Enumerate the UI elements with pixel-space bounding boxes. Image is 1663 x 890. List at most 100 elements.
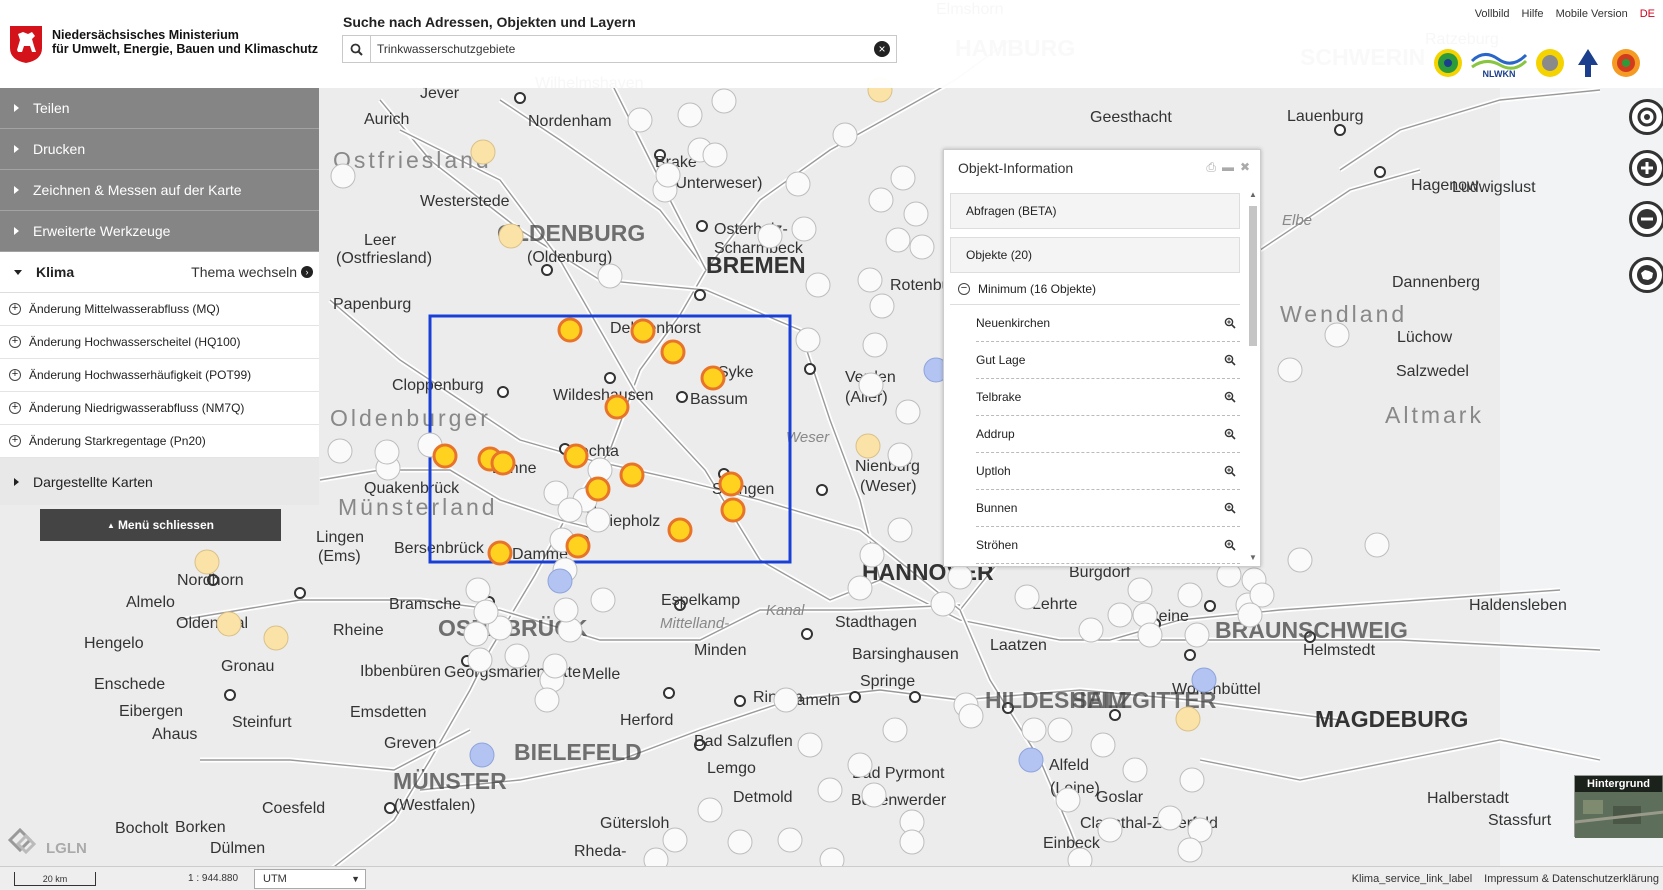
close-menu-button[interactable]: ▲ Menü schliessen — [40, 509, 281, 541]
imprint-link[interactable]: Impressum & Datenschutzerklärung — [1484, 873, 1659, 885]
marker[interactable] — [869, 293, 895, 319]
object-row[interactable]: Telbrake — [976, 379, 1240, 416]
marker[interactable] — [702, 142, 728, 168]
selected-marker[interactable] — [585, 476, 611, 502]
selected-marker[interactable] — [720, 497, 746, 523]
object-row[interactable]: Gut Lage — [976, 342, 1240, 379]
marker[interactable] — [553, 597, 579, 623]
marker[interactable] — [1157, 805, 1183, 831]
marker[interactable] — [327, 438, 353, 464]
layer-item-nm7q[interactable]: + Änderung Niedrigwasserabfluss (NM7Q) — [0, 392, 319, 425]
marker[interactable] — [1055, 787, 1081, 813]
partner-logo-arrow-icon[interactable] — [1572, 47, 1604, 79]
plus-circle-icon[interactable]: + — [9, 303, 21, 315]
theme-switch-button[interactable]: Thema wechseln › — [191, 264, 313, 280]
menu-item-share[interactable]: Teilen — [0, 88, 319, 129]
marker[interactable] — [473, 599, 499, 625]
marker[interactable] — [958, 703, 984, 729]
marker[interactable] — [899, 829, 925, 855]
marker[interactable] — [847, 575, 873, 601]
marker[interactable] — [1014, 584, 1040, 610]
marker[interactable] — [263, 625, 289, 651]
marker[interactable] — [590, 587, 616, 613]
marker[interactable] — [887, 442, 913, 468]
plus-circle-icon[interactable]: + — [9, 435, 21, 447]
marker[interactable] — [597, 263, 623, 289]
marker[interactable] — [534, 687, 560, 713]
layer-item-mq[interactable]: + Änderung Mittelwasserabfluss (MQ) — [0, 293, 319, 326]
marker[interactable] — [795, 327, 821, 353]
plus-circle-icon[interactable]: + — [9, 336, 21, 348]
marker[interactable] — [773, 687, 799, 713]
marker[interactable] — [1047, 717, 1073, 743]
marker[interactable] — [1237, 602, 1263, 628]
selected-marker[interactable] — [718, 471, 744, 497]
marker[interactable] — [711, 88, 737, 114]
marker[interactable] — [330, 163, 356, 189]
marker[interactable] — [882, 717, 908, 743]
selected-marker[interactable] — [667, 517, 693, 543]
marker[interactable] — [777, 827, 803, 853]
marker[interactable] — [463, 621, 489, 647]
object-row[interactable]: Addrup — [976, 416, 1240, 453]
theme-header[interactable]: Klima Thema wechseln › — [0, 252, 319, 293]
object-group[interactable]: − Minimum (16 Objekte) — [950, 273, 1240, 305]
layer-item-hq100[interactable]: + Änderung Hochwasserscheitel (HQ100) — [0, 326, 319, 359]
marker[interactable] — [858, 372, 884, 398]
marker[interactable] — [504, 643, 530, 669]
marker[interactable] — [547, 568, 573, 594]
partner-logo-yellow-icon[interactable] — [1534, 47, 1566, 79]
minimize-icon[interactable]: ▬ — [1222, 160, 1234, 175]
marker[interactable] — [947, 564, 973, 590]
search-input[interactable] — [377, 36, 857, 62]
locate-button[interactable] — [1629, 99, 1663, 135]
marker[interactable] — [465, 577, 491, 603]
print-icon[interactable]: ⎙ — [1206, 160, 1216, 175]
selected-marker[interactable] — [565, 533, 591, 559]
marker[interactable] — [903, 201, 929, 227]
marker[interactable] — [805, 272, 831, 298]
marker[interactable] — [857, 267, 883, 293]
layer-item-pot99[interactable]: + Änderung Hochwasserhäufigkeit (POT99) — [0, 359, 319, 392]
mobile-version-link[interactable]: Mobile Version — [1556, 8, 1628, 20]
selected-marker[interactable] — [630, 318, 656, 344]
marker[interactable] — [1364, 532, 1390, 558]
selected-marker[interactable] — [563, 443, 589, 469]
marker[interactable] — [374, 439, 400, 465]
marker[interactable] — [627, 107, 653, 133]
selected-marker[interactable] — [619, 462, 645, 488]
marker[interactable] — [1137, 622, 1163, 648]
zoom-to-icon[interactable] — [1224, 502, 1236, 514]
marker[interactable] — [194, 549, 220, 575]
marker[interactable] — [1021, 717, 1047, 743]
search-button[interactable] — [343, 36, 371, 62]
marker[interactable] — [862, 332, 888, 358]
marker[interactable] — [727, 829, 753, 855]
menu-item-draw-measure[interactable]: Zeichnen & Messen auf der Karte — [0, 170, 319, 211]
marker[interactable] — [1179, 767, 1205, 793]
zoom-to-icon[interactable] — [1224, 539, 1236, 551]
marker[interactable] — [1177, 582, 1203, 608]
marker[interactable] — [1287, 547, 1313, 573]
marker[interactable] — [797, 732, 823, 758]
object-row[interactable]: Uptloh — [976, 453, 1240, 490]
selected-marker[interactable] — [487, 540, 513, 566]
help-link[interactable]: Hilfe — [1522, 8, 1544, 20]
nlwkn-logo-icon[interactable]: NLWKN — [1470, 47, 1528, 79]
selected-marker[interactable] — [604, 394, 630, 420]
selected-marker[interactable] — [557, 317, 583, 343]
menu-item-print[interactable]: Drucken — [0, 129, 319, 170]
marker[interactable] — [847, 752, 873, 778]
marker[interactable] — [859, 542, 885, 568]
selected-marker[interactable] — [700, 365, 726, 391]
selected-marker[interactable] — [660, 339, 686, 365]
marker[interactable] — [885, 227, 911, 253]
fullscreen-link[interactable]: Vollbild — [1475, 8, 1510, 20]
marker[interactable] — [697, 797, 723, 823]
zoom-to-icon[interactable] — [1224, 354, 1236, 366]
object-row[interactable]: Bunnen — [976, 490, 1240, 527]
marker[interactable] — [470, 139, 496, 165]
scrollbar-thumb[interactable] — [1249, 206, 1257, 346]
zoom-to-icon[interactable] — [1224, 317, 1236, 329]
scroll-up-icon[interactable]: ▲ — [1249, 190, 1257, 199]
